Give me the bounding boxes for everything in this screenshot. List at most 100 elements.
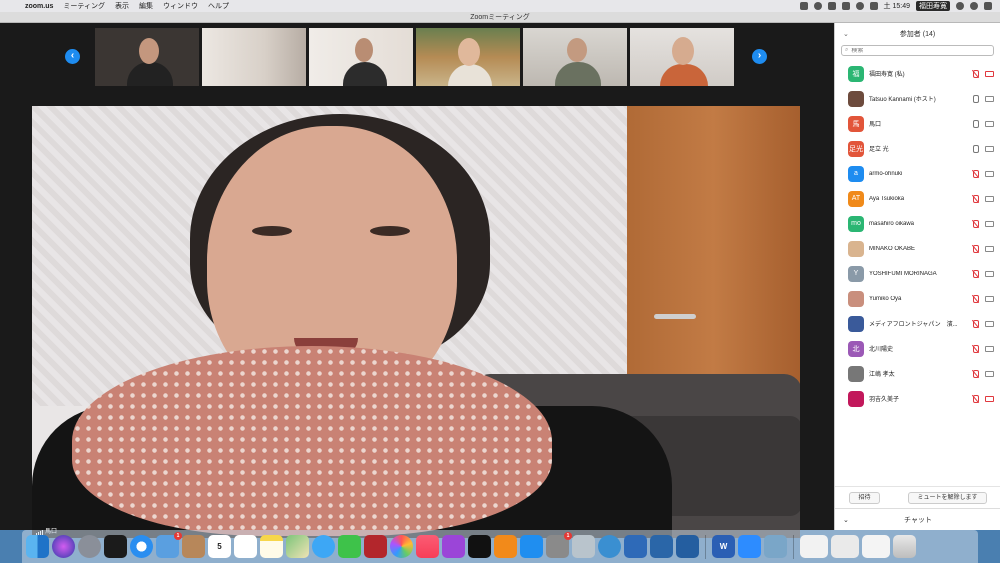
mic-icon[interactable] <box>972 144 979 153</box>
participant-row[interactable]: 江嶋 孝太 <box>835 361 1000 386</box>
video-icon[interactable] <box>985 245 994 252</box>
mission-control-icon[interactable] <box>104 535 127 558</box>
remote-desktop-icon[interactable] <box>676 535 699 558</box>
menu-window[interactable]: ウィンドウ <box>158 1 203 11</box>
video-thumbnail[interactable] <box>202 28 306 86</box>
reminders-icon[interactable] <box>234 535 257 558</box>
calendar-icon[interactable]: 5 <box>208 535 231 558</box>
image-capture-icon[interactable] <box>624 535 647 558</box>
user-add-icon[interactable] <box>650 535 673 558</box>
video-thumbnail[interactable] <box>630 28 734 86</box>
apple-tv-icon[interactable] <box>468 535 491 558</box>
network-icon[interactable] <box>598 535 621 558</box>
video-off-icon[interactable] <box>985 70 994 77</box>
participant-row[interactable]: MINAKO OKABE <box>835 236 1000 261</box>
chat-section-header[interactable]: ⌄ チャット <box>835 508 1000 530</box>
search-input[interactable] <box>851 47 972 54</box>
launchpad-icon[interactable] <box>78 535 101 558</box>
menu-help[interactable]: ヘルプ <box>203 1 234 11</box>
clock[interactable]: 土 15:49 <box>884 1 910 11</box>
video-icon[interactable] <box>985 370 994 377</box>
battery-icon[interactable] <box>869 2 878 10</box>
facetime-icon[interactable] <box>338 535 361 558</box>
video-icon[interactable] <box>985 145 994 152</box>
menu-view[interactable]: 表示 <box>110 1 134 11</box>
siri-icon[interactable] <box>52 535 75 558</box>
menu-meeting[interactable]: ミーティング <box>58 1 110 11</box>
siri-icon[interactable] <box>970 2 978 10</box>
participant-row[interactable]: Yumiko Oya <box>835 286 1000 311</box>
mic-muted-icon[interactable] <box>972 194 979 203</box>
video-icon[interactable] <box>985 295 994 302</box>
active-speaker-video[interactable]: 馬口 <box>32 106 800 538</box>
document-icon[interactable] <box>800 535 828 558</box>
mic-muted-icon[interactable] <box>972 269 979 278</box>
video-icon[interactable] <box>985 270 994 277</box>
mic-muted-icon[interactable] <box>972 319 979 328</box>
video-off-icon[interactable] <box>985 395 994 402</box>
user-name[interactable]: 福田寿寛 <box>916 1 950 11</box>
spotlight-icon[interactable] <box>956 2 964 10</box>
participant-row[interactable]: 足光 足立 光 <box>835 136 1000 161</box>
trash-icon[interactable] <box>893 535 916 558</box>
messages-icon[interactable] <box>312 535 335 558</box>
mic-muted-icon[interactable] <box>972 69 979 78</box>
bluetooth-icon[interactable] <box>841 2 850 10</box>
safari-icon[interactable] <box>130 535 153 558</box>
zoom-status-icon[interactable] <box>799 2 808 10</box>
next-page-button[interactable]: › <box>752 49 767 64</box>
menu-app-name[interactable]: zoom.us <box>20 3 58 10</box>
wifi-icon[interactable] <box>855 2 864 10</box>
mic-muted-icon[interactable] <box>972 219 979 228</box>
video-icon[interactable] <box>985 195 994 202</box>
video-thumbnail[interactable] <box>523 28 627 86</box>
mic-muted-icon[interactable] <box>972 244 979 253</box>
mic-muted-icon[interactable] <box>972 169 979 178</box>
music-icon[interactable] <box>416 535 439 558</box>
contacts-icon[interactable] <box>182 535 205 558</box>
mic-muted-icon[interactable] <box>972 369 979 378</box>
video-icon[interactable] <box>985 320 994 327</box>
notes-icon[interactable] <box>260 535 283 558</box>
time-machine-icon[interactable] <box>813 2 822 10</box>
participant-row[interactable]: メディアフロントジャパン 濱... <box>835 311 1000 336</box>
participant-row[interactable]: 北北川陽史 <box>835 336 1000 361</box>
airplay-icon[interactable] <box>827 2 836 10</box>
prev-page-button[interactable]: ‹ <box>65 49 80 64</box>
participant-row[interactable]: AT Aya Tsukioka <box>835 186 1000 211</box>
participant-row[interactable]: 馬馬口 <box>835 111 1000 136</box>
zoom-icon[interactable] <box>738 535 761 558</box>
mic-icon[interactable] <box>972 94 979 103</box>
document-icon[interactable] <box>831 535 859 558</box>
photo-booth-icon[interactable] <box>364 535 387 558</box>
participant-row[interactable]: Tatsuo Kannami (ホスト) <box>835 86 1000 111</box>
word-icon[interactable]: W <box>712 535 735 558</box>
invite-button[interactable]: 招待 <box>849 491 880 504</box>
participant-row[interactable]: 福福田寿寛 (私) <box>835 61 1000 86</box>
video-icon[interactable] <box>985 220 994 227</box>
video-icon[interactable] <box>985 95 994 102</box>
notification-center-icon[interactable] <box>984 2 992 10</box>
photos-icon[interactable] <box>390 535 413 558</box>
books-icon[interactable] <box>494 535 517 558</box>
video-thumbnail[interactable] <box>95 28 199 86</box>
participant-row[interactable]: Y YOSHIFUMI MORINAGA <box>835 261 1000 286</box>
podcasts-icon[interactable] <box>442 535 465 558</box>
mic-muted-icon[interactable] <box>972 344 979 353</box>
utility-app-icon[interactable] <box>572 535 595 558</box>
maps-icon[interactable] <box>286 535 309 558</box>
app-store-icon[interactable] <box>520 535 543 558</box>
participant-search[interactable]: ⌕ <box>841 45 994 56</box>
video-thumbnail[interactable] <box>309 28 413 86</box>
participant-row[interactable]: 羽吉久美子 <box>835 386 1000 411</box>
document-icon[interactable] <box>862 535 890 558</box>
mic-muted-icon[interactable] <box>972 394 979 403</box>
preview-icon[interactable] <box>764 535 787 558</box>
participant-row[interactable]: mo masahiro oikawa <box>835 211 1000 236</box>
mic-icon[interactable] <box>972 119 979 128</box>
mic-muted-icon[interactable] <box>972 294 979 303</box>
system-preferences-icon[interactable]: 1 <box>546 532 572 558</box>
participant-row[interactable]: a armo-ohnuki <box>835 161 1000 186</box>
mail-icon[interactable]: 1 <box>156 532 182 558</box>
menu-edit[interactable]: 編集 <box>134 1 158 11</box>
